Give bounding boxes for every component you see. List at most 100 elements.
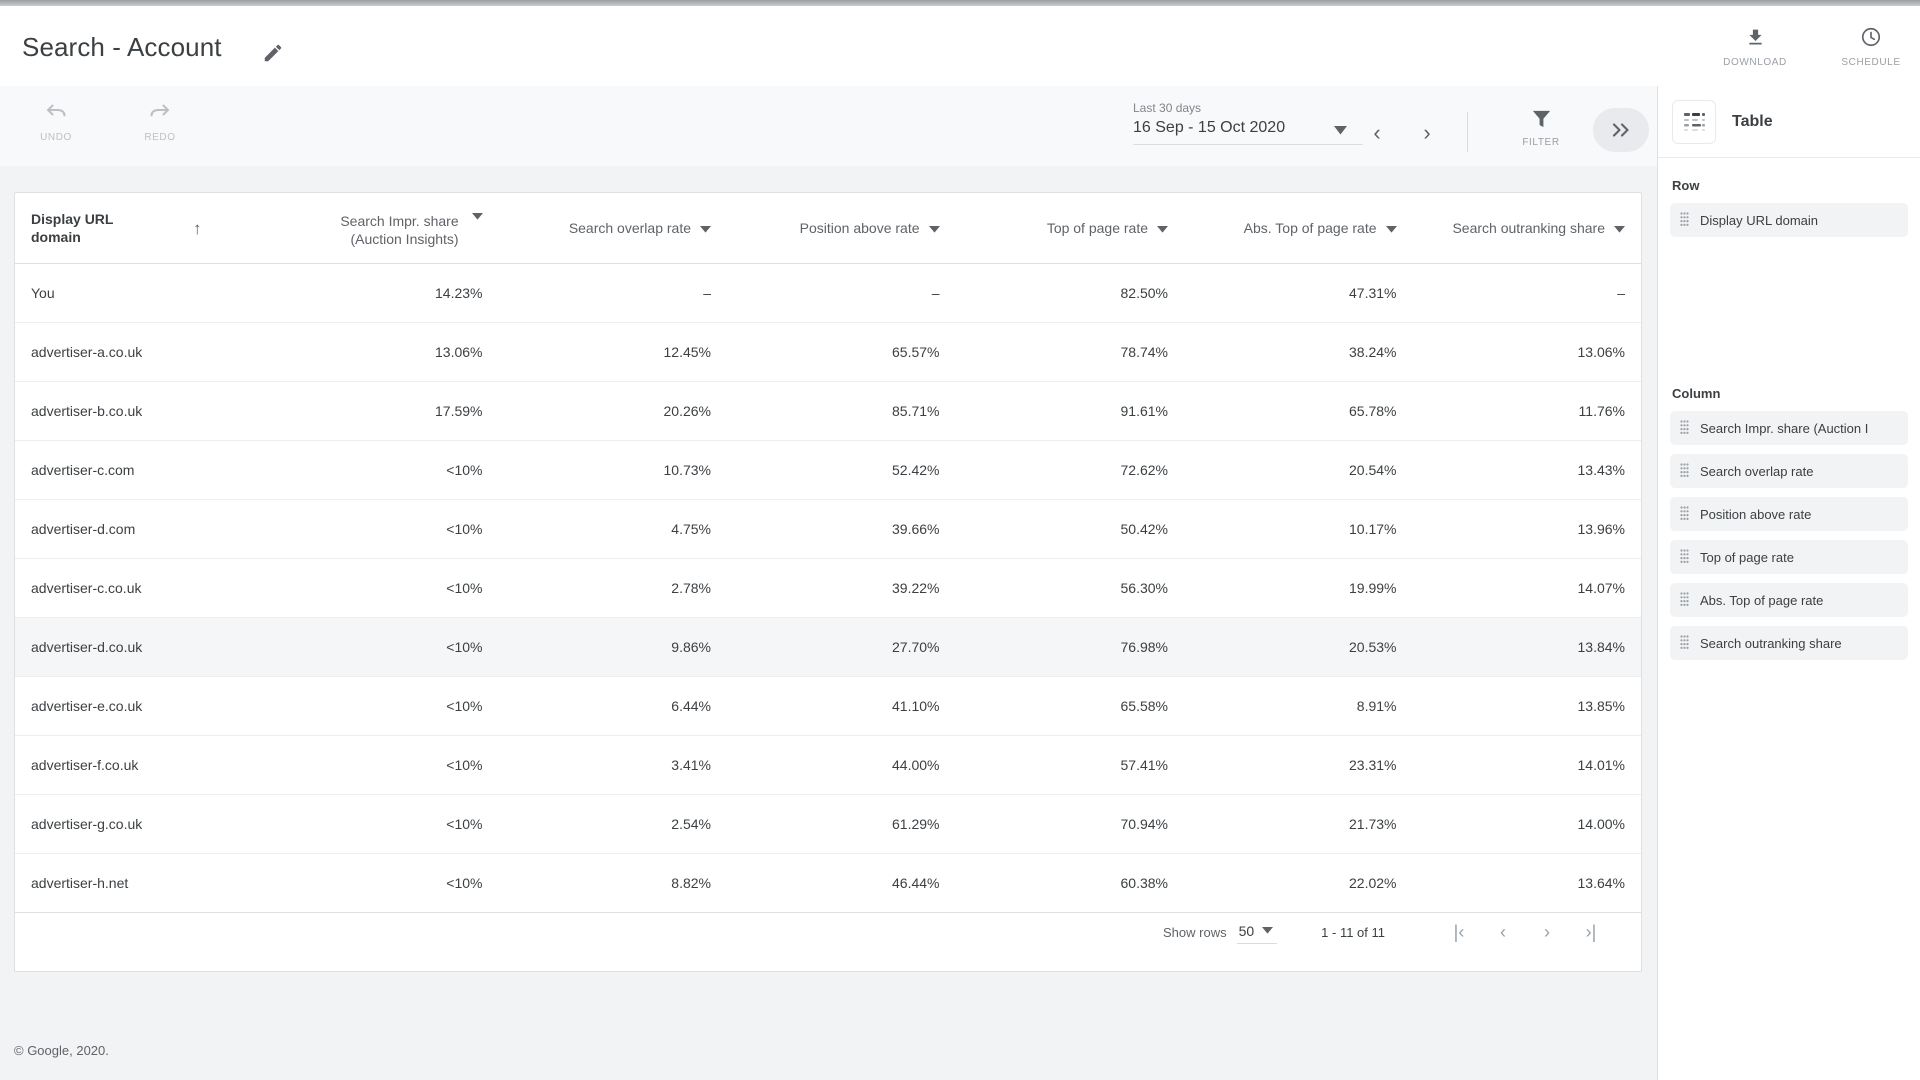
column-menu-caret-icon[interactable]	[928, 220, 940, 236]
chip-label: Top of page rate	[1700, 549, 1794, 565]
schedule-label: SCHEDULE	[1841, 57, 1901, 68]
table-row[interactable]: advertiser-c.com <10% 10.73% 52.42% 72.62% 20…	[15, 440, 1641, 500]
redo-button[interactable]: REDO	[130, 100, 190, 143]
expand-panel-button[interactable]	[1593, 108, 1649, 152]
table-row[interactable]: advertiser-d.co.uk <10% 9.86% 27.70% 76.98% 2…	[15, 617, 1641, 677]
table-row[interactable]: advertiser-f.co.uk <10% 3.41% 44.00% 57.41% 2…	[15, 735, 1641, 795]
column-field-chip[interactable]: Search Impr. share (Auction I	[1670, 411, 1908, 445]
panel-spacer	[1658, 246, 1920, 366]
filter-button[interactable]: FILTER	[1510, 104, 1572, 148]
column-header-top-of-page-rate[interactable]: Top of page rate	[955, 193, 1184, 264]
table-row[interactable]: advertiser-d.com <10% 4.75% 39.66% 50.42% 10.…	[15, 499, 1641, 559]
drag-handle-icon[interactable]	[1680, 419, 1689, 437]
column-menu-caret-icon[interactable]	[1157, 220, 1168, 236]
first-page-button[interactable]: |‹	[1437, 910, 1481, 954]
cell-metric: 44.00%	[727, 735, 956, 795]
show-rows-control: Show rows 50	[1163, 921, 1278, 944]
cell-metric: 4.75%	[498, 499, 727, 559]
download-button[interactable]: DOWNLOAD	[1716, 16, 1794, 68]
page-footer: © Google, 2020.	[0, 1010, 1657, 1080]
table-icon	[1672, 99, 1716, 144]
cell-metric: 13.85%	[1412, 676, 1641, 736]
column-menu-caret-icon[interactable]	[700, 220, 711, 236]
drag-handle-icon[interactable]	[1680, 634, 1689, 652]
date-next-button[interactable]: ›	[1410, 116, 1444, 150]
undo-redo-group: UNDO REDO	[26, 100, 190, 143]
date-preset-label: Last 30 days	[1133, 101, 1202, 115]
page-title: Search - Account	[22, 32, 222, 62]
column-menu-caret-icon[interactable]	[471, 207, 483, 223]
redo-label: REDO	[144, 132, 176, 143]
row-field-chip[interactable]: Display URL domain	[1670, 203, 1908, 237]
column-header-search-overlap-rate[interactable]: Search overlap rate	[498, 193, 727, 264]
table-row[interactable]: advertiser-c.co.uk <10% 2.78% 39.22% 56.30% 1…	[15, 558, 1641, 618]
prev-page-button[interactable]: ‹	[1481, 910, 1525, 954]
rows-per-page-value: 50	[1238, 922, 1255, 939]
column-header-line2: (Auction Insights)	[350, 231, 459, 248]
cell-metric: 52.42%	[727, 440, 956, 500]
cell-display-url-domain: advertiser-c.co.uk	[15, 558, 270, 618]
table-row[interactable]: You 14.23% – –82.50% 47.31% –	[15, 263, 1641, 323]
undo-icon	[43, 100, 69, 128]
date-range-caret-icon[interactable]	[1334, 122, 1347, 140]
filter-label: FILTER	[1522, 137, 1560, 148]
column-header-position-above-rate[interactable]: Position above rate	[727, 193, 956, 264]
column-field-chip[interactable]: Abs. Top of page rate	[1670, 583, 1908, 617]
drag-handle-icon[interactable]	[1680, 548, 1689, 566]
table-row[interactable]: advertiser-a.co.uk 13.06% 12.45% 65.57% 78.7…	[15, 322, 1641, 382]
drag-handle-icon[interactable]	[1680, 211, 1689, 229]
cell-metric: 20.54%	[1184, 440, 1413, 500]
last-page-button[interactable]: ›|	[1569, 910, 1613, 954]
cell-metric: <10%	[270, 440, 499, 500]
drag-handle-icon[interactable]	[1680, 591, 1689, 609]
column-field-chip[interactable]: Search overlap rate	[1670, 454, 1908, 488]
column-menu-caret-icon[interactable]	[1385, 220, 1397, 236]
cell-metric: 27.70%	[727, 617, 956, 677]
cell-metric: 12.45%	[498, 322, 727, 382]
app-root: Search - Account DOWNLOAD SCHEDULE UNDO …	[0, 0, 1920, 1080]
cell-display-url-domain: You	[15, 263, 270, 323]
cell-metric: 56.30%	[955, 558, 1184, 618]
cell-metric: 85.71%	[727, 381, 956, 441]
sort-ascending-icon[interactable]: ↑	[193, 219, 202, 239]
drag-handle-icon[interactable]	[1680, 505, 1689, 523]
chip-label: Display URL domain	[1700, 212, 1819, 228]
cell-metric: 41.10%	[727, 676, 956, 736]
column-header-display-url-domain[interactable]: Display URL domain ↑	[15, 193, 270, 264]
cell-metric: <10%	[270, 676, 499, 736]
table-header: Display URL domain ↑ Search Impr. share …	[15, 193, 1641, 264]
panel-header: Table	[1658, 86, 1920, 158]
column-header-search-outranking-share[interactable]: Search outranking share	[1412, 193, 1641, 264]
cell-display-url-domain: advertiser-d.co.uk	[15, 617, 270, 677]
undo-button[interactable]: UNDO	[26, 100, 86, 143]
cell-display-url-domain: advertiser-d.com	[15, 499, 270, 559]
date-range-picker[interactable]: Last 30 days 16 Sep - 15 Oct 2020	[1133, 100, 1363, 145]
cell-metric: 65.58%	[955, 676, 1184, 736]
table-row[interactable]: advertiser-e.co.uk <10% 6.44% 41.10% 65.58% 8…	[15, 676, 1641, 736]
report-table-card: Display URL domain ↑ Search Impr. share …	[14, 192, 1642, 972]
next-page-button[interactable]: ›	[1525, 910, 1569, 954]
date-prev-button[interactable]: ‹	[1360, 116, 1394, 150]
column-header-line1: Display URL	[31, 210, 114, 227]
table-row[interactable]: advertiser-g.co.uk <10% 2.54% 61.29% 70.94% 2…	[15, 794, 1641, 854]
rows-per-page-select[interactable]: 50	[1236, 921, 1278, 944]
show-rows-label: Show rows	[1163, 924, 1227, 940]
cell-metric: <10%	[270, 617, 499, 677]
column-field-chip[interactable]: Top of page rate	[1670, 540, 1908, 574]
column-field-chip[interactable]: Position above rate	[1670, 497, 1908, 531]
cell-metric: 14.00%	[1412, 794, 1641, 854]
column-header-abs-top-of-page-rate[interactable]: Abs. Top of page rate	[1184, 193, 1413, 264]
cell-metric: 13.84%	[1412, 617, 1641, 677]
table-row[interactable]: advertiser-b.co.uk 17.59% 20.26% 85.71% 91.6…	[15, 381, 1641, 441]
column-header-search-impr-share[interactable]: Search Impr. share (Auction Insights)	[270, 193, 499, 264]
column-field-chip[interactable]: Search outranking share	[1670, 626, 1908, 660]
drag-handle-icon[interactable]	[1680, 462, 1689, 480]
schedule-button[interactable]: SCHEDULE	[1832, 16, 1910, 68]
download-label: DOWNLOAD	[1723, 57, 1787, 68]
column-menu-caret-icon[interactable]	[1614, 220, 1625, 236]
schedule-clock-icon	[1860, 24, 1882, 50]
cell-metric: 50.42%	[955, 499, 1184, 559]
cell-metric: 14.23%	[270, 263, 499, 323]
cell-metric: 6.44%	[498, 676, 727, 736]
pencil-icon[interactable]	[262, 42, 284, 64]
